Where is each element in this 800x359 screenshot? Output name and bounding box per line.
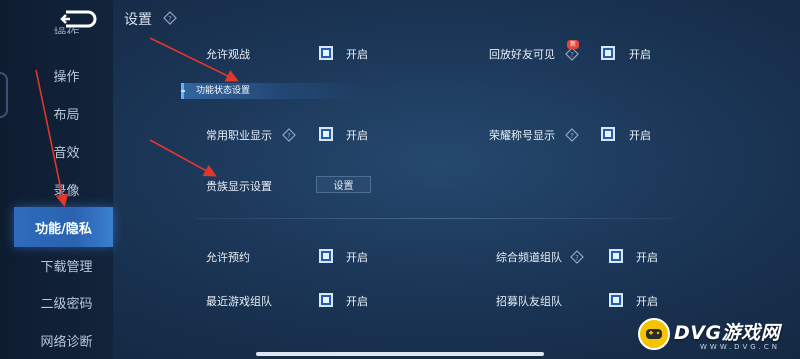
sidebar-item-sound[interactable]: 音效 — [20, 134, 113, 168]
allow-booking-state: 开启 — [346, 251, 368, 264]
sidebar-item-download[interactable]: 下载管理 — [20, 248, 113, 282]
noble-settings-button[interactable]: 设置 — [316, 176, 371, 193]
svg-text:?: ? — [570, 51, 574, 59]
common-job-label: 常用职业显示 — [206, 129, 272, 142]
arrow-to-noble — [149, 139, 217, 177]
channel-team-checkbox[interactable] — [609, 249, 623, 263]
allow-spectate-checkbox[interactable] — [319, 46, 333, 60]
watermark: DVG游戏网 WWW.DVG.CN — [638, 316, 794, 354]
replay-visible-label: 回放好友可见 — [489, 48, 555, 61]
replay-visible-checkbox[interactable] — [601, 46, 615, 60]
allow-booking-label: 允许预约 — [206, 251, 250, 264]
channel-team-label: 综合频道组队 — [496, 251, 562, 264]
recent-game-team-state: 开启 — [346, 295, 368, 308]
honor-title-checkbox[interactable] — [601, 127, 615, 141]
divider — [196, 218, 674, 219]
sidebar-item-password[interactable]: 二级密码 — [20, 285, 113, 319]
sidebar-item-layout[interactable]: 布局 — [20, 96, 113, 130]
common-job-checkbox[interactable] — [319, 127, 333, 141]
recent-game-team-label: 最近游戏组队 — [206, 295, 272, 308]
allow-spectate-label: 允许观战 — [206, 48, 250, 61]
sidebar-item-function-privacy[interactable]: 功能/隐私 — [14, 207, 113, 247]
common-job-state: 开启 — [346, 129, 368, 142]
page-title: 设置 — [124, 12, 152, 28]
section-banner: 功能状态设置 — [181, 83, 361, 99]
sidebar-item-network[interactable]: 网络诊断 — [20, 323, 113, 357]
honor-title-state: 开启 — [629, 129, 651, 142]
sidebar-item-replay[interactable]: 录像 — [20, 172, 113, 206]
replay-visible-state: 开启 — [629, 48, 651, 61]
recruit-team-label: 招募队友组队 — [496, 295, 562, 308]
watermark-subtitle: WWW.DVG.CN — [700, 343, 781, 351]
svg-text:?: ? — [287, 132, 291, 140]
honor-title-label: 荣耀称号显示 — [489, 129, 555, 142]
sidebar-item-controls[interactable]: 操作 — [20, 58, 113, 92]
help-icon[interactable]: ? — [565, 127, 579, 142]
sidebar-edge-handle — [0, 72, 8, 118]
help-icon[interactable]: ? — [282, 127, 296, 142]
gamepad-logo-icon — [638, 318, 670, 350]
watermark-title: DVG游戏网 — [674, 322, 781, 344]
help-icon[interactable]: ? — [570, 249, 584, 264]
allow-booking-checkbox[interactable] — [319, 249, 333, 263]
home-indicator — [256, 352, 544, 356]
svg-text:?: ? — [575, 254, 579, 262]
sidebar: 操作 操作 布局 音效 录像 功能/隐私 下载管理 二级密码 网络诊断 — [0, 0, 113, 359]
recruit-team-state: 开启 — [636, 295, 658, 308]
channel-team-state: 开启 — [636, 251, 658, 264]
new-badge: 新 — [567, 40, 579, 49]
svg-text:?: ? — [570, 132, 574, 140]
sidebar-item-partial[interactable]: 操作 — [20, 18, 113, 34]
annotation-arrows — [35, 37, 239, 208]
noble-display-label: 贵族显示设置 — [206, 180, 272, 193]
svg-text:?: ? — [168, 15, 172, 23]
recruit-team-checkbox[interactable] — [609, 293, 623, 307]
recent-game-team-checkbox[interactable] — [319, 293, 333, 307]
help-icon[interactable]: ? — [163, 10, 177, 25]
allow-spectate-state: 开启 — [346, 48, 368, 61]
